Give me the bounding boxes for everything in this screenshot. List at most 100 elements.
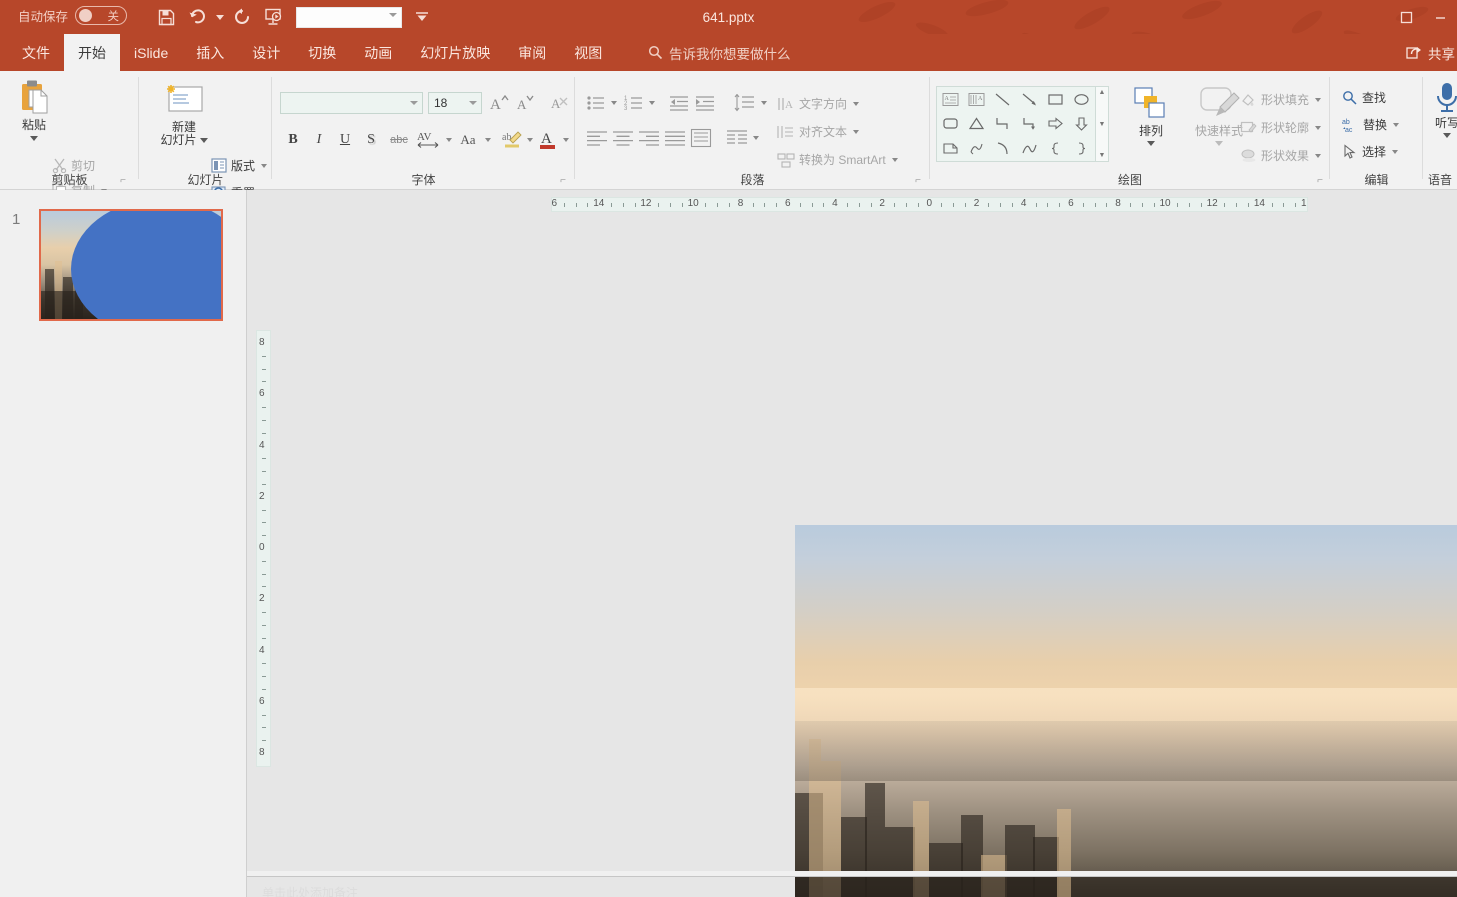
slide-editing-surface[interactable]: [795, 525, 1457, 897]
paragraph-dialog-launcher[interactable]: ⌐: [912, 175, 924, 187]
undo-icon[interactable]: [183, 3, 211, 31]
shape-oval[interactable]: [1069, 87, 1095, 112]
shape-left-brace[interactable]: [1042, 136, 1068, 161]
customize-qat-icon[interactable]: [411, 3, 433, 31]
chevron-down-icon[interactable]: [753, 136, 759, 140]
new-slide-button[interactable]: 新建 幻灯片: [153, 81, 215, 147]
save-icon[interactable]: [152, 3, 180, 31]
character-spacing-button[interactable]: AV: [415, 128, 443, 150]
shape-arrow[interactable]: [1016, 87, 1042, 112]
bullets-icon[interactable]: [585, 93, 607, 113]
dictate-button[interactable]: 听写: [1427, 81, 1457, 138]
decrease-indent-icon[interactable]: [667, 93, 691, 113]
notes-placeholder[interactable]: 单击此处添加备注: [262, 884, 358, 897]
chevron-down-icon[interactable]: [761, 101, 767, 105]
shape-elbow-arrow[interactable]: [1016, 112, 1042, 137]
convert-smartart-button[interactable]: 转换为 SmartArt: [777, 151, 898, 168]
tab-design[interactable]: 设计: [238, 34, 294, 71]
tab-animations[interactable]: 动画: [350, 34, 406, 71]
justify-icon[interactable]: [663, 128, 687, 148]
tab-insert[interactable]: 插入: [182, 34, 238, 71]
autosave-toggle[interactable]: 关: [75, 6, 127, 25]
share-button[interactable]: 共享: [1406, 34, 1455, 71]
shapes-gallery[interactable]: A A: [936, 86, 1096, 162]
shape-right-brace[interactable]: [1069, 136, 1095, 161]
align-left-icon[interactable]: [585, 128, 609, 148]
numbering-icon[interactable]: 123: [623, 93, 645, 113]
tab-review[interactable]: 审阅: [504, 34, 560, 71]
find-button[interactable]: 查找: [1342, 89, 1386, 106]
tab-file[interactable]: 文件: [8, 34, 64, 71]
tell-me-search[interactable]: 告诉我你想要做什么: [648, 34, 791, 71]
scroll-down-icon[interactable]: ▼: [1099, 121, 1106, 128]
align-right-icon[interactable]: [637, 128, 661, 148]
clear-formatting-icon[interactable]: A: [549, 93, 571, 113]
shape-arc[interactable]: [990, 136, 1016, 161]
slide-canvas-area[interactable]: [247, 190, 1457, 897]
shape-text-box[interactable]: A: [937, 87, 963, 112]
vertical-ruler[interactable]: 864202468: [256, 330, 271, 767]
shape-right-arrow[interactable]: [1042, 112, 1068, 137]
shape-rectangle[interactable]: [1042, 87, 1068, 112]
minimize-window-icon[interactable]: [1423, 0, 1457, 34]
underline-button[interactable]: U: [334, 129, 356, 151]
align-text-button[interactable]: 对齐文本: [777, 123, 859, 140]
undo-dropdown-icon[interactable]: [214, 3, 225, 31]
shape-vertical-text[interactable]: A: [963, 87, 989, 112]
font-size-input[interactable]: 18: [428, 92, 482, 114]
grow-font-button[interactable]: A: [488, 93, 510, 113]
chevron-down-icon[interactable]: [485, 138, 491, 142]
shape-elbow-connector[interactable]: [990, 112, 1016, 137]
shapes-gallery-scrollbar[interactable]: ▲ ▼ ▼: [1096, 86, 1109, 162]
line-spacing-icon[interactable]: [733, 93, 757, 113]
font-color-button[interactable]: A: [537, 127, 559, 151]
tab-home[interactable]: 开始: [64, 34, 120, 71]
select-button[interactable]: 选择: [1342, 143, 1398, 160]
redo-icon[interactable]: [228, 3, 256, 31]
italic-button[interactable]: I: [308, 129, 330, 151]
columns-icon[interactable]: [725, 128, 749, 148]
chevron-down-icon[interactable]: [446, 138, 452, 142]
chevron-down-icon[interactable]: [469, 101, 477, 105]
shape-folded-corner[interactable]: [937, 136, 963, 161]
drawing-dialog-launcher[interactable]: ⌐: [1314, 175, 1326, 187]
chevron-down-icon[interactable]: [563, 138, 569, 142]
change-case-button[interactable]: Aa: [454, 129, 482, 151]
shape-rounded-rectangle[interactable]: [937, 112, 963, 137]
qat-combo-box[interactable]: [296, 7, 402, 28]
restore-window-icon[interactable]: [1389, 0, 1423, 34]
chevron-down-icon[interactable]: [649, 101, 655, 105]
gallery-more-icon[interactable]: ▼: [1099, 152, 1106, 159]
autosave-control[interactable]: 自动保存 关: [18, 6, 127, 25]
shape-curve[interactable]: [1016, 136, 1042, 161]
shape-line[interactable]: [990, 87, 1016, 112]
tab-islide[interactable]: iSlide: [120, 34, 182, 71]
increase-indent-icon[interactable]: [693, 93, 717, 113]
chevron-down-icon[interactable]: [527, 138, 533, 142]
tab-slideshow[interactable]: 幻灯片放映: [406, 34, 504, 71]
chevron-down-icon[interactable]: [200, 138, 208, 143]
tab-transitions[interactable]: 切换: [294, 34, 350, 71]
slide-thumbnail-1[interactable]: [39, 209, 223, 321]
replace-button[interactable]: abac 替换: [1342, 116, 1399, 133]
chevron-down-icon[interactable]: [1147, 141, 1155, 146]
align-center-icon[interactable]: [611, 128, 635, 148]
shape-down-arrow[interactable]: [1069, 112, 1095, 137]
arrange-button[interactable]: 排列: [1122, 85, 1180, 146]
strikethrough-button[interactable]: abc: [386, 130, 412, 150]
font-name-input[interactable]: [280, 92, 423, 114]
chevron-down-icon[interactable]: [1443, 133, 1451, 138]
bold-button[interactable]: B: [282, 129, 304, 151]
tab-view[interactable]: 视图: [560, 34, 616, 71]
horizontal-ruler[interactable]: 1614121086420246810121416: [551, 197, 1308, 212]
chevron-down-icon[interactable]: [410, 101, 418, 105]
scroll-up-icon[interactable]: ▲: [1099, 89, 1106, 96]
city-skyline-photo[interactable]: [795, 525, 1457, 897]
shape-triangle[interactable]: [963, 112, 989, 137]
distribute-icon[interactable]: [689, 127, 713, 149]
font-dialog-launcher[interactable]: ⌐: [557, 175, 569, 187]
clipboard-dialog-launcher[interactable]: ⌐: [117, 175, 129, 187]
paste-button[interactable]: 粘贴: [8, 79, 60, 141]
chevron-down-icon[interactable]: [611, 101, 617, 105]
text-highlight-icon[interactable]: ab: [500, 128, 524, 150]
